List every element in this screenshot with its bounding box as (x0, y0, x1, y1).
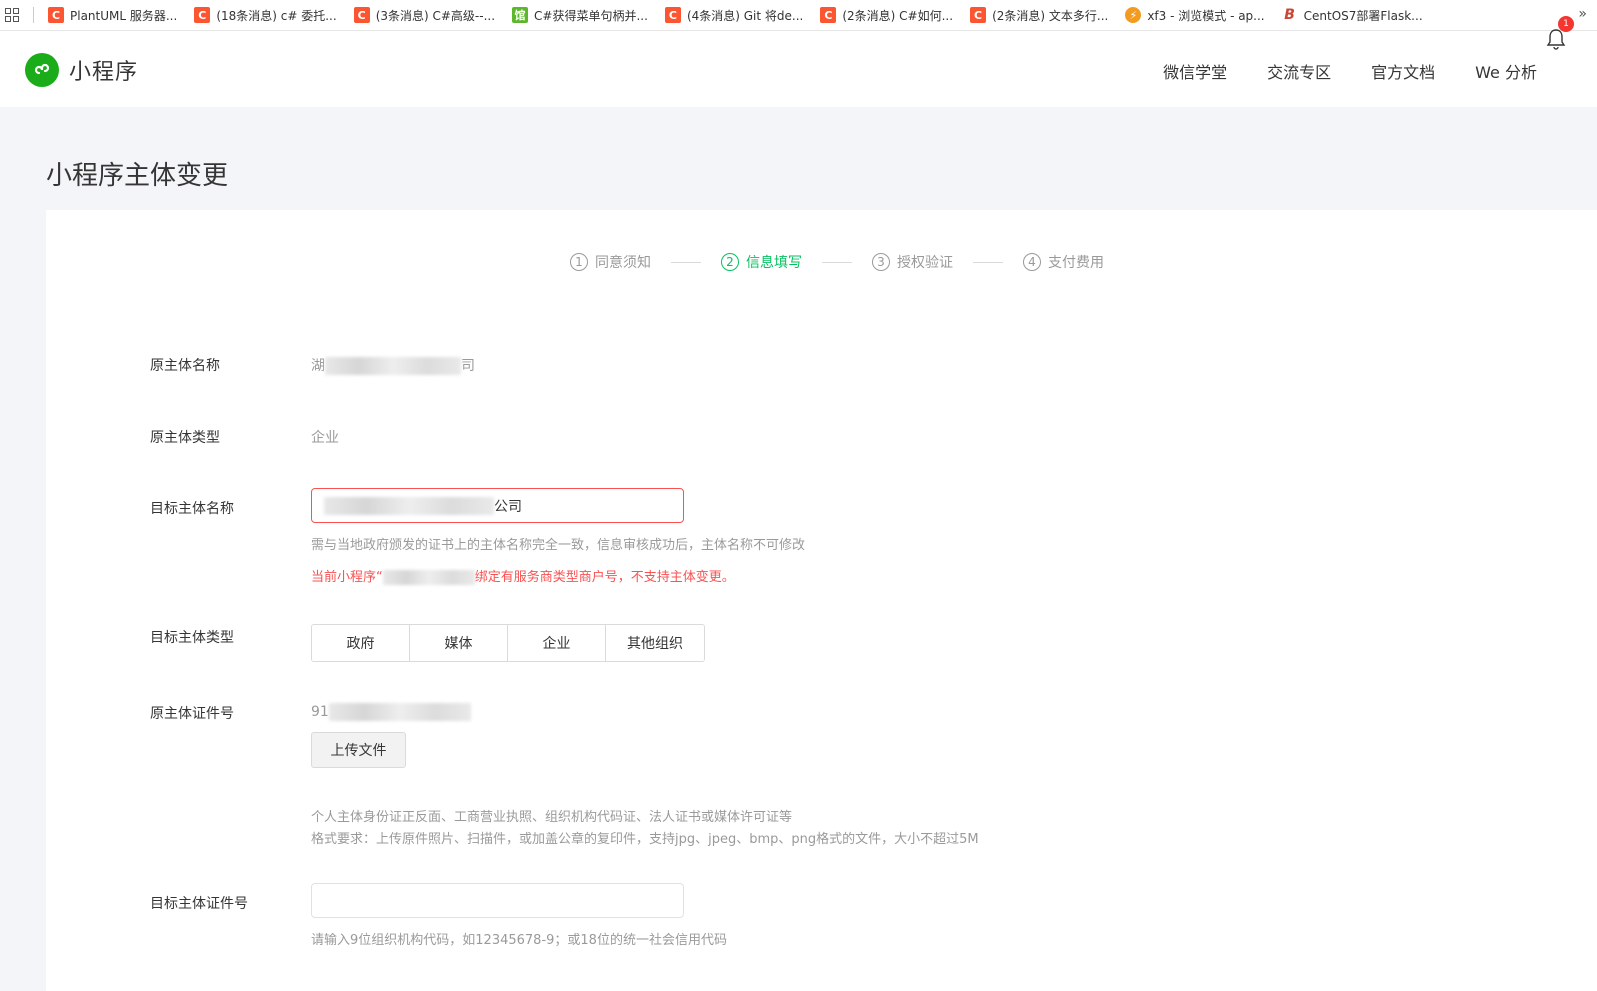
upload-note-types: 个人主体身份证正反面、工商营业执照、组织机构代码证、法人证书或媒体许可证等 (311, 810, 793, 825)
orig-cert-value: 91 (311, 703, 471, 721)
redacted-mask (325, 357, 461, 375)
bookmark-item[interactable]: C (3条消息) C#高级--... (353, 7, 496, 24)
orig-name-suffix: 司 (461, 358, 475, 374)
orig-cert-label: 原主体证件号 (150, 706, 234, 722)
bookmark-favicon-icon: C (48, 7, 64, 23)
bookmark-item[interactable]: B CentOS7部署Flask... (1281, 7, 1423, 24)
error-prefix: 当前小程序“ (311, 570, 383, 585)
nav-community[interactable]: 交流专区 (1267, 59, 1331, 83)
step-fill-info: 2 信息填写 (721, 252, 802, 272)
bookmark-label: (2条消息) 文本多行... (992, 8, 1109, 23)
bookmark-item[interactable]: C (2条消息) C#如何... (820, 7, 953, 24)
orig-type-label: 原主体类型 (150, 430, 220, 446)
step-number: 3 (872, 253, 890, 271)
target-name-suffix: 公司 (494, 498, 522, 515)
bookmarks-separator (33, 7, 34, 23)
redacted-mask (328, 703, 471, 721)
step-number: 2 (721, 253, 739, 271)
target-name-input[interactable]: 公司 (311, 488, 684, 523)
bookmark-label: PlantUML 服务器... (70, 8, 178, 23)
target-cert-label: 目标主体证件号 (150, 896, 248, 912)
redacted-mask (324, 496, 494, 515)
bookmark-label: (18条消息) c# 委托... (216, 8, 337, 23)
bookmarks-more-icon[interactable]: » (1578, 6, 1587, 22)
logo[interactable]: 小程序 (25, 53, 138, 87)
miniprogram-logo-icon (25, 53, 59, 87)
nav-we-analysis[interactable]: We 分析 (1475, 59, 1537, 83)
step-connector (671, 261, 701, 263)
target-cert-tip: 请输入9位组织机构代码，如12345678-9；或18位的统一社会信用代码 (311, 933, 727, 948)
top-nav: 微信学堂 交流专区 官方文档 We 分析 (1123, 59, 1537, 83)
error-suffix: 绑定有服务商类型商户号，不支持主体变更。 (474, 570, 735, 585)
bookmark-item[interactable]: 馆 C#获得菜单句柄并... (512, 7, 648, 24)
nav-wechat-academy[interactable]: 微信学堂 (1163, 59, 1227, 83)
step-connector (973, 261, 1003, 263)
orig-cert-prefix: 91 (311, 704, 329, 720)
target-name-tip: 需与当地政府颁发的证书上的主体名称完全一致，信息审核成功后，主体名称不可修改 (311, 538, 806, 553)
step-label: 支付费用 (1048, 255, 1104, 271)
type-option-media[interactable]: 媒体 (410, 625, 508, 661)
bookmark-favicon-icon: C (194, 7, 211, 23)
type-option-government[interactable]: 政府 (312, 625, 410, 661)
orig-name-value: 湖司 (311, 355, 475, 375)
step-number: 1 (570, 253, 588, 271)
target-name-error: 当前小程序“ 绑定有服务商类型商户号，不支持主体变更。 (311, 566, 735, 585)
upload-file-button[interactable]: 上传文件 (311, 732, 406, 768)
step-number: 4 (1023, 253, 1041, 271)
bookmark-label: (4条消息) Git 将de... (686, 8, 804, 23)
orig-type-value: 企业 (311, 430, 339, 446)
bookmark-favicon-icon: C (970, 7, 987, 23)
bookmark-label: (3条消息) C#高级--... (375, 8, 496, 23)
bookmark-favicon-icon: 馆 (512, 7, 529, 23)
redacted-mask (382, 570, 475, 585)
bookmark-favicon-icon: B (1281, 7, 1298, 23)
step-authorize: 3 授权验证 (872, 252, 953, 272)
target-cert-input[interactable] (311, 883, 684, 918)
orig-name-prefix: 湖 (311, 358, 325, 374)
nav-official-docs[interactable]: 官方文档 (1371, 59, 1435, 83)
step-indicator: 1 同意须知 2 信息填写 3 授权验证 4 支付费用 (570, 252, 1104, 272)
notification-badge: 1 (1558, 16, 1574, 32)
bookmark-favicon-icon: ⚡ (1125, 7, 1142, 23)
bookmark-label: CentOS7部署Flask... (1303, 8, 1423, 23)
target-type-label: 目标主体类型 (150, 630, 234, 646)
bookmark-label: (2条消息) C#如何... (842, 8, 954, 23)
step-label: 信息填写 (746, 255, 802, 271)
step-payment: 4 支付费用 (1023, 252, 1104, 272)
page-title: 小程序主体变更 (46, 161, 229, 191)
step-label: 同意须知 (595, 255, 651, 271)
bookmark-label: C#获得菜单句柄并... (534, 8, 648, 23)
type-option-enterprise[interactable]: 企业 (508, 625, 606, 661)
top-header: 小程序 微信学堂 交流专区 官方文档 We 分析 (0, 31, 1597, 107)
target-name-label: 目标主体名称 (150, 501, 234, 517)
apps-grid-icon[interactable] (5, 8, 19, 22)
bookmark-item[interactable]: C (18条消息) c# 委托... (194, 7, 337, 24)
bookmark-item[interactable]: C PlantUML 服务器... (48, 7, 177, 24)
bookmark-item[interactable]: C (4条消息) Git 将de... (664, 7, 804, 24)
step-label: 授权验证 (897, 255, 953, 271)
upload-note-format: 格式要求：上传原件照片、扫描件，或加盖公章的复印件，支持jpg、jpeg、bmp… (311, 832, 979, 847)
bookmark-favicon-icon: C (664, 7, 681, 23)
type-option-other[interactable]: 其他组织 (606, 625, 704, 661)
bookmark-favicon-icon: C (353, 7, 370, 23)
bookmark-label: xf3 - 浏览模式 - ap... (1147, 8, 1265, 23)
bookmarks-bar: C PlantUML 服务器... C (18条消息) c# 委托... C (3条消息)… (0, 0, 1597, 31)
orig-name-label: 原主体名称 (150, 358, 220, 374)
bookmark-item[interactable]: C (2条消息) 文本多行... (970, 7, 1108, 24)
logo-text: 小程序 (69, 60, 139, 85)
target-type-selector: 政府 媒体 企业 其他组织 (311, 624, 705, 662)
bookmark-favicon-icon: C (820, 7, 837, 23)
step-agree: 1 同意须知 (570, 252, 651, 272)
form-card (46, 210, 1597, 991)
bookmark-item[interactable]: ⚡ xf3 - 浏览模式 - ap... (1125, 7, 1265, 24)
step-connector (822, 261, 852, 263)
